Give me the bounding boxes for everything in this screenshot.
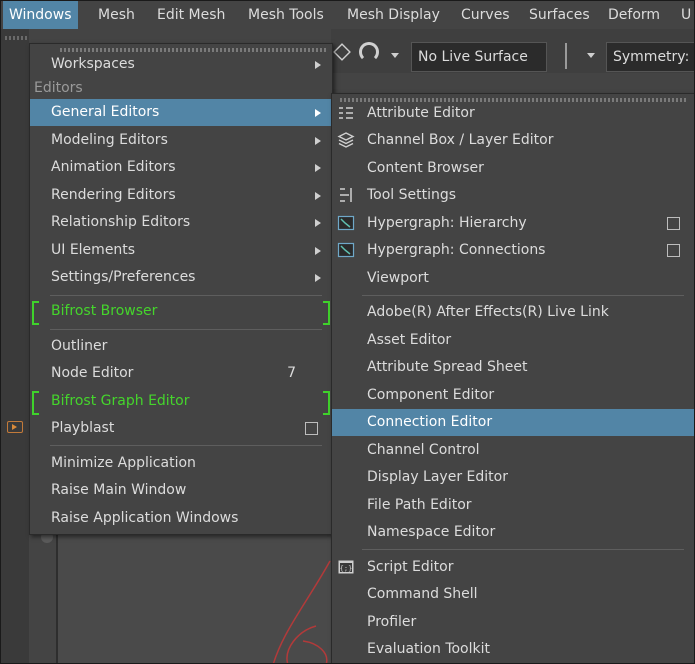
submenu-arrow-icon [315,192,321,200]
bracket-left-icon [32,301,39,325]
menu-item-playblast[interactable]: Playblast [30,415,332,442]
menu-curves[interactable]: Curves [455,1,516,29]
menubar: Windows Mesh Edit Mesh Mesh Tools Mesh D… [1,1,694,29]
menu-item-namespace-editor[interactable]: Namespace Editor [332,519,694,546]
menu-item-raise-main-window[interactable]: Raise Main Window [30,477,332,504]
maya-window: No Live Surface Symmetry: C Windows Mesh… [0,0,695,664]
menu-item-workspaces[interactable]: Workspaces [30,51,332,78]
menu-item-tool-settings[interactable]: Tool Settings [332,182,694,209]
menu-edit-mesh[interactable]: Edit Mesh [151,1,231,29]
channel-box-icon [337,132,355,148]
menu-item-outliner[interactable]: Outliner [30,333,332,360]
menu-item-content-browser[interactable]: Content Browser [332,155,694,182]
menu-item-settings-preferences[interactable]: Settings/Preferences [30,264,332,291]
option-box-icon[interactable] [667,217,680,230]
menu-item-raise-application-windows[interactable]: Raise Application Windows [30,505,332,532]
menu-item-after-effects-live-link[interactable]: Adobe(R) After Effects(R) Live Link [332,299,694,326]
menu-item-command-shell[interactable]: Command Shell [332,581,694,608]
submenu-arrow-icon [315,137,321,145]
playblast-icon [7,421,23,433]
menu-item-attribute-editor[interactable]: Attribute Editor [332,100,694,127]
toolbar-separator [565,43,567,69]
submenu-arrow-icon [315,247,321,255]
curve-drawing [272,560,331,663]
hypergraph-icon [337,242,355,258]
menu-item-ui-elements[interactable]: UI Elements [30,237,332,264]
script-editor-icon: {;} [338,560,354,574]
tool-settings-icon [340,188,352,202]
menu-u[interactable]: U [675,1,694,29]
submenu-arrow-icon [315,61,321,69]
snap-icon[interactable] [333,43,351,61]
menu-item-component-editor[interactable]: Component Editor [332,382,694,409]
menu-item-evaluation-toolkit[interactable]: Evaluation Toolkit [332,636,694,663]
magnet-icon[interactable] [359,42,379,62]
menu-item-file-path-editor[interactable]: File Path Editor [332,492,694,519]
submenu-arrow-icon [315,109,321,117]
menu-item-rendering-editors[interactable]: Rendering Editors [30,182,332,209]
menu-item-general-editors[interactable]: General Editors [30,99,332,126]
menu-item-channel-control[interactable]: Channel Control [332,437,694,464]
menu-divider [362,549,684,550]
menu-divider [50,329,322,330]
viewport-panel[interactable] [56,531,348,663]
menu-item-minimize-application[interactable]: Minimize Application [30,450,332,477]
submenu-arrow-icon [315,164,321,172]
menu-item-bifrost-browser[interactable]: Bifrost Browser [30,298,332,325]
menu-item-hypergraph-connections[interactable]: Hypergraph: Connections [332,237,694,264]
menu-item-display-layer-editor[interactable]: Display Layer Editor [332,464,694,491]
bracket-right-icon [323,391,330,415]
editors-section-header: Editors [34,80,83,96]
menu-divider [362,295,684,296]
menu-item-modeling-editors[interactable]: Modeling Editors [30,127,332,154]
menu-item-viewport[interactable]: Viewport [332,265,694,292]
svg-text:{;}: {;} [340,565,353,573]
left-tool-strip [1,29,29,663]
menu-item-animation-editors[interactable]: Animation Editors [30,154,332,181]
menu-item-relationship-editors[interactable]: Relationship Editors [30,209,332,236]
menu-mesh-display[interactable]: Mesh Display [341,1,446,29]
bracket-left-icon [32,391,39,415]
windows-menu: Workspaces Editors General Editors Model… [29,43,333,535]
menu-divider [50,445,322,446]
menu-surfaces[interactable]: Surfaces [523,1,596,29]
menu-item-asset-editor[interactable]: Asset Editor [332,327,694,354]
live-surface-field[interactable]: No Live Surface [411,42,547,72]
menu-item-connection-editor[interactable]: Connection Editor [332,409,694,436]
submenu-arrow-icon [315,274,321,282]
live-surface-dropdown-arrow[interactable] [391,53,399,58]
menu-divider [50,295,322,296]
general-editors-submenu: Attribute Editor Channel Box / Layer Edi… [331,93,694,663]
menu-mesh[interactable]: Mesh [92,1,141,29]
node-editor-shortcut: 7 [287,365,296,381]
menu-item-bifrost-graph-editor[interactable]: Bifrost Graph Editor [30,388,332,415]
menu-item-script-editor[interactable]: {;} Script Editor [332,554,694,581]
symmetry-field[interactable]: Symmetry: C [606,42,694,72]
submenu-arrow-icon [315,219,321,227]
menu-item-attribute-spread-sheet[interactable]: Attribute Spread Sheet [332,354,694,381]
menu-windows[interactable]: Windows [3,1,78,29]
symmetry-dropdown-arrow[interactable] [587,53,595,58]
toolbar-grip [5,36,29,40]
menu-item-hypergraph-hierarchy[interactable]: Hypergraph: Hierarchy [332,210,694,237]
status-toolbar: No Live Surface Symmetry: C [331,29,694,73]
menu-item-node-editor[interactable]: Node Editor 7 [30,360,332,387]
attribute-editor-icon [339,107,353,119]
option-box-icon[interactable] [667,244,680,257]
menu-mesh-tools[interactable]: Mesh Tools [242,1,330,29]
menu-deform[interactable]: Deform [602,1,666,29]
option-box-icon[interactable] [305,422,318,435]
menu-item-profiler[interactable]: Profiler [332,609,694,636]
hypergraph-icon [337,215,355,231]
menu-item-channel-box-layer-editor[interactable]: Channel Box / Layer Editor [332,127,694,154]
bracket-right-icon [323,301,330,325]
